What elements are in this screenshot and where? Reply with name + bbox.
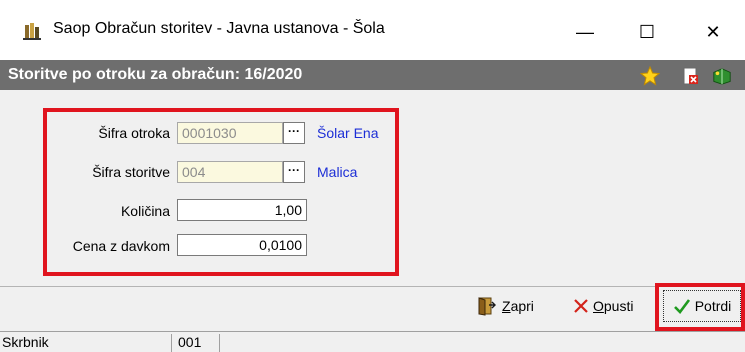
child-code-label: Šifra otroka — [98, 125, 170, 141]
close-icon: ✕ — [705, 21, 721, 42]
minimize-icon: — — [576, 21, 594, 42]
action-toolbar: Zapri Opusti — [0, 287, 745, 325]
checkmark-icon — [673, 299, 690, 314]
door-icon — [478, 297, 496, 316]
close-window-button[interactable]: ✕ — [690, 14, 736, 50]
confirm-button[interactable]: Potrdi — [663, 290, 741, 322]
child-code-field[interactable] — [177, 122, 283, 144]
form-header: Storitve po otroku za obračun: 16/2020 — [0, 60, 745, 90]
maximize-button[interactable]: ☐ — [624, 14, 670, 50]
status-code: 001 — [172, 334, 220, 352]
service-name-link[interactable]: Malica — [317, 164, 357, 180]
child-name-link[interactable]: Šolar Ena — [317, 125, 378, 141]
star-icon[interactable] — [640, 66, 660, 86]
delete-document-icon[interactable] — [681, 66, 701, 86]
app-icon — [23, 23, 41, 40]
quantity-label: Količina — [120, 203, 170, 219]
book-icon[interactable] — [712, 66, 732, 86]
minimize-button[interactable]: — — [562, 14, 608, 50]
price-field[interactable] — [177, 234, 307, 256]
cancel-x-icon — [574, 299, 588, 313]
service-code-field[interactable] — [177, 161, 283, 183]
service-code-lookup-button[interactable]: ··· — [283, 161, 305, 183]
status-bar: Skrbnik 001 — [0, 331, 745, 352]
status-user: Skrbnik — [0, 334, 172, 352]
close-form-button[interactable]: Zapri — [475, 293, 534, 319]
window-title: Saop Obračun storitev - Javna ustanova -… — [53, 20, 385, 37]
service-code-label: Šifra storitve — [92, 164, 170, 180]
price-label: Cena z davkom — [72, 238, 170, 254]
form-title: Storitve po otroku za obračun: 16/2020 — [8, 66, 303, 83]
maximize-icon: ☐ — [638, 21, 656, 42]
status-extra — [220, 334, 745, 352]
app-window: Saop Obračun storitev - Javna ustanova -… — [0, 0, 745, 352]
quantity-field[interactable] — [177, 199, 307, 221]
cancel-button[interactable]: Opusti — [573, 293, 633, 319]
child-code-lookup-button[interactable]: ··· — [283, 122, 305, 144]
title-bar: Saop Obračun storitev - Javna ustanova -… — [0, 0, 745, 60]
